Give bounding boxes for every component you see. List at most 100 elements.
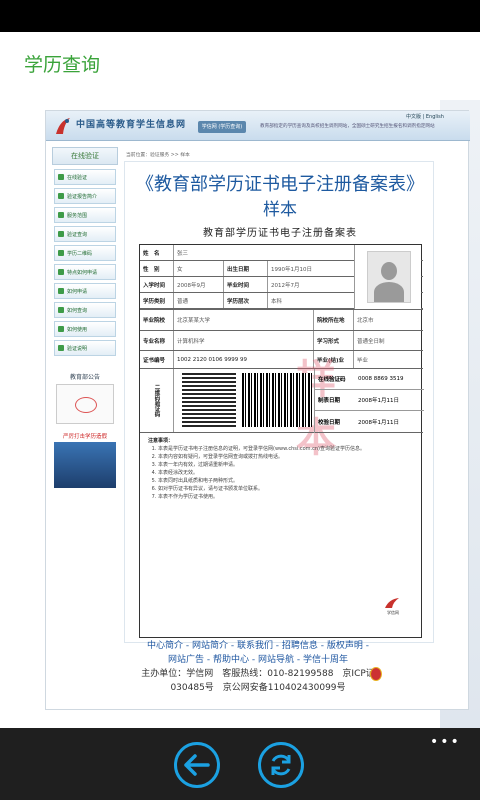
bullet-icon (58, 193, 64, 199)
form-row: 二维码验证码 在线验证码 0008 8869 3519 制表日期 2008年1月… (140, 369, 424, 433)
form-row: 毕业院校 北京某某大学 院校所在地 北京市 (140, 309, 423, 331)
person-body-icon (374, 282, 404, 302)
sidebar-item-label: 验证报告简介 (67, 193, 98, 200)
bullet-icon (58, 231, 64, 237)
sidebar-item[interactable]: 服务范围 (54, 207, 116, 223)
sidebar-item[interactable]: 在线验证 (54, 169, 116, 185)
name-label: 姓 名 (140, 245, 174, 260)
app-bar: ••• (0, 728, 480, 800)
back-button[interactable] (174, 742, 220, 788)
sidebar-item-label: 验证查询 (67, 231, 88, 238)
bullet-icon (58, 307, 64, 313)
bullet-icon (58, 326, 64, 332)
online-label: 在线验证码 (318, 377, 346, 383)
gender-label: 性 别 (140, 261, 174, 276)
page-title: 《教育部学历证书电子注册备案表》 (136, 174, 424, 195)
check-label: 校验日期 (318, 420, 341, 426)
site-name[interactable]: 中国高等教育学生信息网 (76, 117, 186, 130)
more-menu-button[interactable]: ••• (430, 734, 461, 750)
footer-links-1[interactable]: 中心简介 - 网站简介 - 联系我们 - 招聘信息 - 版权声明 - (46, 639, 470, 653)
promo-title: 严厉打击学历造假 (62, 434, 107, 440)
bullet-icon (58, 269, 64, 275)
sidebar-item-label: 验证说明 (67, 345, 88, 352)
sidebar-item-label: 在线验证 (67, 174, 88, 181)
sidebar-item[interactable]: 学历二维码 (54, 245, 116, 261)
site-header: 中国高等教育学生信息网 学信网 (学历查询) 教育部指定的学历查询及高校招生调剂… (46, 111, 470, 141)
promo-image[interactable] (54, 442, 116, 488)
make-label: 制表日期 (318, 398, 341, 404)
promo-section: 严厉打击学历造假 (52, 432, 118, 488)
sidebar-item[interactable]: 验证报告简介 (54, 188, 116, 204)
notes-title: 注意事项： (148, 438, 174, 444)
bullet-icon (58, 212, 64, 218)
sidebar-item[interactable]: 特点如何申请 (54, 264, 116, 280)
major-value: 计算机科学 (174, 331, 314, 350)
bullet-icon (58, 250, 64, 256)
note-item: 本表内容如有疑问，可登录学信网查询或拨打热线电话。 (158, 453, 418, 461)
note-item: 如对学历证书有异议，请与证书颁发单位联系。 (158, 485, 418, 493)
name-value: 张三 (177, 250, 189, 257)
sidebar-item[interactable]: 如何使用 (54, 321, 116, 337)
app-title: 学历查询 (24, 54, 101, 76)
sidebar-menu: 在线验证 验证报告简介 服务范围 验证查询 学历二维码 特点如何申请 如何申请 … (52, 169, 118, 356)
sidebar-item-label: 特点如何申请 (67, 269, 98, 276)
notice-image[interactable] (56, 384, 114, 424)
location-value: 北京市 (357, 318, 374, 324)
stamp-logo-icon (385, 598, 399, 608)
birth-value: 1990年1月10日 (271, 266, 312, 273)
sidebar-item[interactable]: 验证说明 (54, 340, 116, 356)
refresh-icon (271, 754, 291, 776)
sidebar-item[interactable]: 验证查询 (54, 226, 116, 242)
note-item: 本表不作为学历证书使用。 (158, 493, 418, 501)
major-label: 专业名称 (140, 331, 174, 350)
qr-code-icon (182, 373, 236, 427)
refresh-button[interactable] (258, 742, 304, 788)
notes: 注意事项： 本表是学历证书电子注册信息的证明，可登录学信网(www.chsi.c… (148, 437, 418, 501)
sidebar-item[interactable]: 如何申请 (54, 283, 116, 299)
level-label: 学历层次 (224, 293, 268, 308)
verify-info: 在线验证码 0008 8869 3519 制表日期 2008年1月11日 校验日… (314, 369, 424, 433)
photo-box (354, 245, 421, 309)
level-value: 本科 (271, 298, 283, 305)
school-label: 毕业院校 (140, 310, 174, 330)
location-label: 院校所在地 (314, 310, 354, 330)
page-subtitle: 样本 (263, 200, 297, 220)
site-logo-icon (56, 118, 70, 134)
barcode-icon (242, 373, 312, 427)
language-switch[interactable]: 中文版 | English (406, 113, 444, 120)
status-bar (0, 0, 480, 32)
footer-links-2[interactable]: 网站广告 - 帮助中心 - 网站导航 - 学信十周年 (46, 653, 470, 667)
sidebar-item-label: 如何查询 (67, 307, 88, 314)
footer-icp: 030485号 京公网安备11040243009​9号 (170, 683, 346, 693)
web-view[interactable]: 中国高等教育学生信息网 学信网 (学历查询) 教育部指定的学历查询及高校招生调剂… (0, 100, 480, 728)
police-badge-icon (370, 667, 382, 681)
enroll-label: 入学时间 (140, 277, 174, 292)
header-note: 教育部指定的学历查询及高校招生调剂网站，全国硕士研究生招生报名和调剂指定网站 (260, 124, 435, 129)
cert-label: 证书编号 (140, 351, 174, 368)
stamp: 学信网 (378, 597, 408, 615)
stamp-text: 学信网 (387, 610, 399, 615)
sidebar-item-label: 如何申请 (67, 288, 88, 295)
type-value: 普通 (174, 293, 224, 308)
bullet-icon (58, 288, 64, 294)
grad-label: 毕业时间 (224, 277, 268, 292)
sidebar-item[interactable]: 如何查询 (54, 302, 116, 318)
footer-sponsor: 主办单位：学信网 客服热线：010-82199588 京ICP证 (141, 669, 375, 679)
breadcrumb: 当前位置：验证服务 >> 样本 (126, 153, 190, 158)
photo-placeholder (367, 251, 411, 303)
school-value: 北京某某大学 (174, 310, 314, 330)
note-item: 本表同时出具纸质和电子两种形式。 (158, 477, 418, 485)
header-button[interactable]: 学信网 (学历查询) (198, 121, 246, 133)
form-title: 教育部学历证书电子注册备案表 (203, 228, 357, 239)
verify-row: 校验日期 2008年1月11日 (315, 411, 424, 433)
site-footer: 中心简介 - 网站简介 - 联系我们 - 招聘信息 - 版权声明 - 网站广告 … (46, 639, 470, 711)
cert-value: 1002 2120 0106 9999 99 (174, 351, 314, 368)
notice-title: 教育部公告 (69, 374, 100, 381)
verify-row: 在线验证码 0008 8869 3519 (315, 369, 424, 390)
bullet-icon (58, 345, 64, 351)
sidebar-header: 在线验证 (52, 147, 118, 165)
verify-row: 制表日期 2008年1月11日 (315, 390, 424, 411)
note-item: 本表经涂改无效。 (158, 469, 418, 477)
notes-section: 注意事项： 本表是学历证书电子注册信息的证明，可登录学信网(www.chsi.c… (140, 437, 423, 627)
person-head-icon (381, 262, 397, 280)
